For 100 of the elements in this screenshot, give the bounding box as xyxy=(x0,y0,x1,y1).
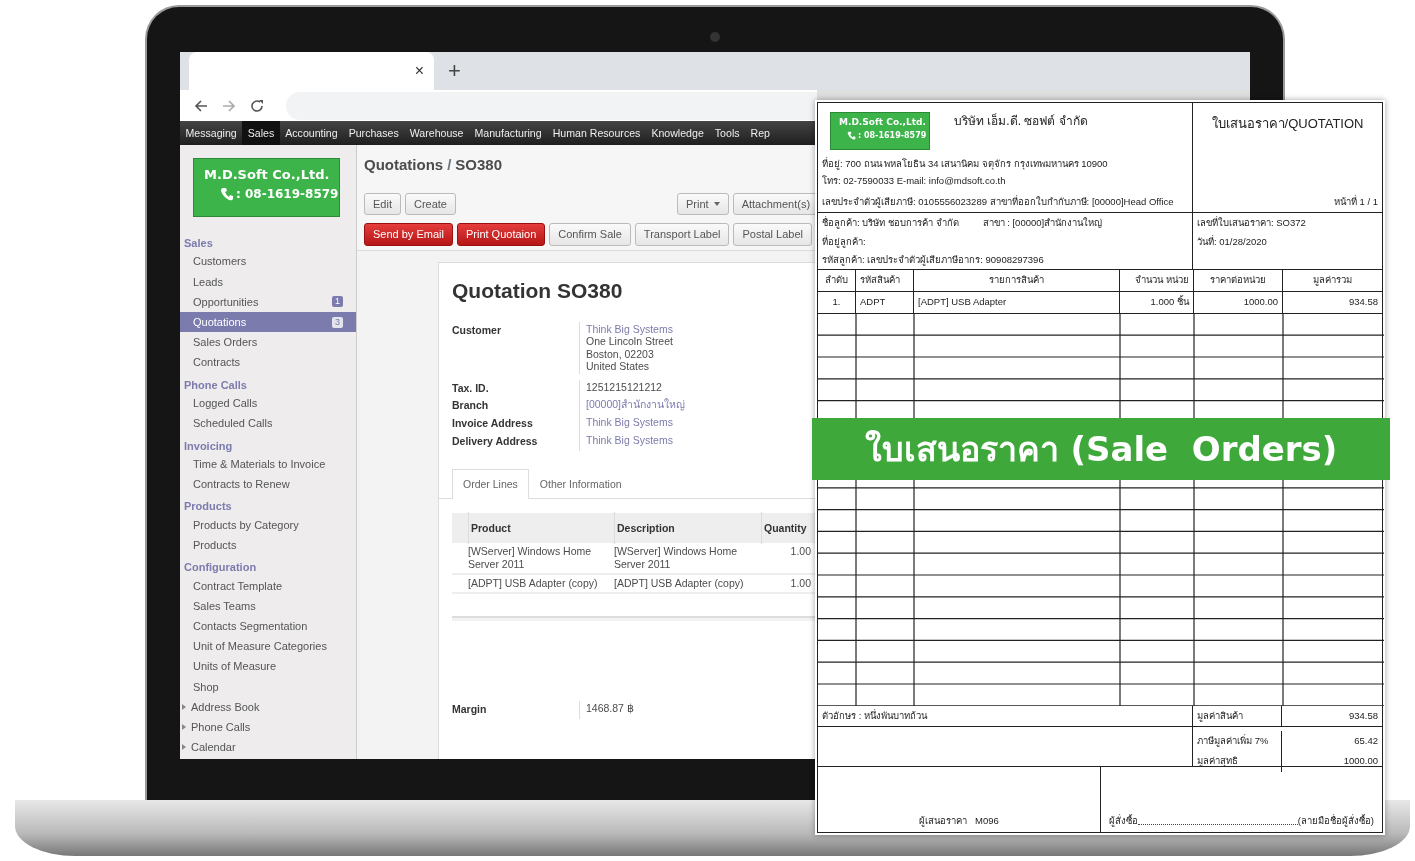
field-label: Invoice Address xyxy=(452,416,534,432)
action-button[interactable]: Send by Email xyxy=(364,223,453,246)
table-cell: 934.58 xyxy=(1283,292,1382,314)
column-header: มูลค่ารวม xyxy=(1283,270,1382,293)
field-link[interactable]: Think Big Systems xyxy=(586,323,673,336)
menu-item[interactable]: Knowledge xyxy=(645,121,710,145)
action-button[interactable]: Postal Label xyxy=(733,223,813,246)
menu-item[interactable]: Messaging xyxy=(180,121,243,145)
new-tab-button[interactable]: + xyxy=(448,60,461,82)
sidebar-item[interactable]: Phone Calls xyxy=(191,718,251,736)
table-cell-text: 1.00 xyxy=(789,545,811,560)
dropdown-button[interactable]: Attachment(s) xyxy=(732,192,817,215)
browser-tab[interactable]: × xyxy=(189,52,434,90)
amount-in-words: ตัวอักษร : หนึ่งพันบาทถ้วน xyxy=(822,708,929,723)
table-cell-text: [ADPT] USB Adapter (copy) xyxy=(468,577,599,591)
menu-item[interactable]: Warehouse xyxy=(404,121,469,145)
quote-info: เลขที่ใบเสนอราคา: SO372 xyxy=(1197,216,1307,231)
back-icon[interactable] xyxy=(194,98,208,113)
field-label: Tax. ID. xyxy=(452,380,490,396)
sidebar-item[interactable]: Sales Teams xyxy=(180,595,356,617)
tax-line: เลขประจำตัวผู้เสียภาษี: 0105556023289 สาขาที่ออกใบกำกับภาษี: [00000]Head Office xyxy=(822,195,1175,210)
section-title: Products xyxy=(183,499,233,515)
form-title: Quotation SO380 xyxy=(452,277,624,304)
sidebar-item[interactable]: Units of Measure xyxy=(180,656,356,677)
expand-icon[interactable] xyxy=(182,743,186,750)
field-label: Branch xyxy=(452,398,490,414)
expand-icon[interactable] xyxy=(182,723,186,730)
field-value: One Lincoln Street xyxy=(586,335,673,348)
sidebar-item[interactable]: Unit of Measure Categories xyxy=(180,636,356,657)
table-cell: 1000.00 xyxy=(1194,292,1283,314)
total-label: มูลค่าสินค้า xyxy=(1193,705,1282,727)
section-title: Invoicing xyxy=(183,438,234,454)
action-button[interactable]: Confirm Sale xyxy=(549,223,631,246)
sidebar-item[interactable]: Customers xyxy=(180,251,356,272)
sidebar-item[interactable]: Leads xyxy=(180,271,356,292)
sidebar-item[interactable]: Opportunities 1 xyxy=(180,291,356,313)
menu-item[interactable]: Purchases xyxy=(343,121,405,145)
field-link[interactable]: Think Big Systems xyxy=(586,433,673,447)
field-label: Margin xyxy=(452,702,488,718)
action-button[interactable]: Create xyxy=(404,192,456,215)
column-header: รหัสสินค้า xyxy=(856,270,914,293)
sidebar-item[interactable]: Products xyxy=(180,535,356,556)
table-cell: [ADPT] USB Adapter xyxy=(914,292,1120,314)
table-cell: 1.000 ชิ้น xyxy=(1120,292,1194,314)
sidebar-item[interactable]: Contract Template xyxy=(180,575,356,596)
action-button[interactable]: Print Quotaion xyxy=(456,223,546,246)
phone-icon xyxy=(847,131,856,140)
sidebar-item[interactable]: Products by Category xyxy=(180,514,356,536)
column-header: ลำดับ xyxy=(818,270,856,293)
section-title: Configuration xyxy=(183,560,258,576)
field-value: 1251215121212 xyxy=(586,380,662,394)
column-header: Quantity xyxy=(761,512,811,545)
form-tab[interactable]: Other Information xyxy=(528,468,633,500)
field-link[interactable]: [00000]สำนักงานใหญ่ xyxy=(586,398,686,411)
menu-item[interactable]: Rep xyxy=(745,121,776,145)
promo-banner: ใบเสนอราคา (Sale Orders) xyxy=(812,418,1390,480)
menu-item[interactable]: Tools xyxy=(709,121,746,145)
total-value: 65.42 xyxy=(1353,734,1379,749)
company-name: บริษัท เอ็ม.ดี. ซอฟต์ จำกัด xyxy=(954,112,1088,130)
customer-branch: สาขา : [00000]สำนักงานใหญ่ xyxy=(982,216,1103,231)
dropdown-button[interactable]: Print xyxy=(677,192,729,215)
expand-icon[interactable] xyxy=(182,703,186,710)
sidebar-item[interactable]: Contacts Segmentation xyxy=(180,616,356,637)
menu-item[interactable]: Manufacturing xyxy=(469,121,548,145)
sidebar-item[interactable]: Sales Orders xyxy=(180,332,356,353)
total-value: 934.58 xyxy=(1347,708,1379,723)
signature-label: ผู้สั่งซื้อ xyxy=(1109,813,1138,828)
address-line: โทร: 02-7590033 E-mail: info@mdsoft.co.th xyxy=(822,174,1007,188)
sidebar-item[interactable]: Contracts xyxy=(180,352,356,373)
table-cell-text: [ADPT] USB Adapter (copy) xyxy=(614,577,745,591)
sidebar-item[interactable]: Contracts to Renew xyxy=(180,474,356,495)
menu-item[interactable]: Accounting xyxy=(279,121,344,145)
action-button[interactable]: Transport Label xyxy=(634,223,730,246)
column-header: รายการสินค้า xyxy=(914,270,1120,293)
sidebar-item[interactable]: Shop xyxy=(180,676,356,697)
action-button[interactable]: Edit xyxy=(364,192,401,215)
table-cell-text: [WServer] Windows Home Server 2011 xyxy=(468,545,593,572)
field-value: 1468.87 ฿ xyxy=(586,702,634,715)
count-badge: 1 xyxy=(332,296,343,308)
sidebar-item[interactable]: Calendar xyxy=(191,738,236,756)
reload-icon[interactable] xyxy=(250,98,264,113)
menu-item[interactable]: Sales xyxy=(242,121,280,145)
form-tab[interactable]: Order Lines xyxy=(452,468,529,500)
field-label: Customer xyxy=(452,323,502,338)
breadcrumb-link[interactable]: Quotations xyxy=(364,154,444,177)
close-tab-button[interactable]: × xyxy=(414,59,424,83)
total-label: มูลค่าสุทธิ xyxy=(1193,751,1282,772)
field-link[interactable]: Think Big Systems xyxy=(586,416,673,429)
forward-icon[interactable] xyxy=(222,98,236,113)
sidebar-item[interactable]: Address Book xyxy=(191,698,260,716)
sidebar-item[interactable]: Time & Materials to Invoice xyxy=(180,454,356,475)
table-cell-text: 1.00 xyxy=(789,577,811,591)
menu-item[interactable]: Human Resources xyxy=(547,121,646,145)
column-header: ราคาต่อหน่วย xyxy=(1194,270,1283,293)
breadcrumb-separator: / xyxy=(447,155,452,175)
sidebar-item[interactable]: Quotations 3 xyxy=(180,312,356,333)
section-title: Sales xyxy=(183,236,214,251)
sidebar-item[interactable]: Logged Calls xyxy=(180,393,356,414)
field-value: United States xyxy=(586,360,651,373)
sidebar-item[interactable]: Scheduled Calls xyxy=(180,413,356,434)
